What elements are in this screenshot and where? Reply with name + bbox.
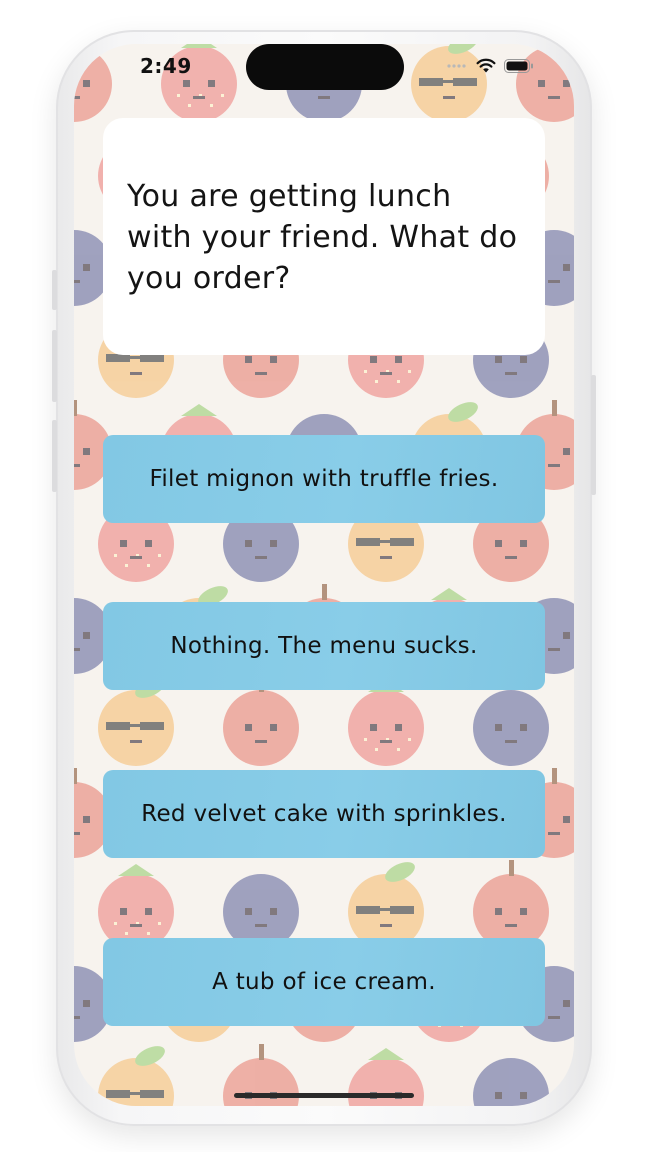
blueberry-icon (473, 690, 549, 766)
status-time: 2:49 (140, 54, 192, 78)
question-card: You are getting lunch with your friend. … (103, 118, 545, 355)
device-frame-stage: 2:49 You are getting lunch with your fri… (0, 0, 648, 1152)
signal-icon (447, 64, 466, 68)
strawberry-icon (348, 680, 424, 766)
power-button (591, 375, 596, 495)
home-indicator[interactable] (234, 1093, 414, 1098)
apple-icon (473, 860, 549, 950)
apple-icon (74, 44, 112, 122)
question-text: You are getting lunch with your friend. … (127, 179, 518, 296)
answer-button-3[interactable]: Red velvet cake with sprinkles. (103, 770, 545, 858)
orange-icon (98, 1046, 174, 1106)
dynamic-island (246, 44, 404, 90)
status-icons (446, 56, 534, 76)
orange-icon (348, 862, 424, 950)
wifi-icon (476, 58, 496, 73)
answer-button-1[interactable]: Filet mignon with truffle fries. (103, 435, 545, 523)
blueberry-icon (473, 1058, 549, 1106)
app-screen: 2:49 You are getting lunch with your fri… (74, 44, 574, 1106)
answer-button-4[interactable]: A tub of ice cream. (103, 938, 545, 1026)
answer-button-2[interactable]: Nothing. The menu sucks. (103, 602, 545, 690)
battery-icon (504, 59, 533, 73)
volume-down-button (52, 420, 57, 492)
mute-switch (52, 270, 57, 310)
volume-up-button (52, 330, 57, 402)
